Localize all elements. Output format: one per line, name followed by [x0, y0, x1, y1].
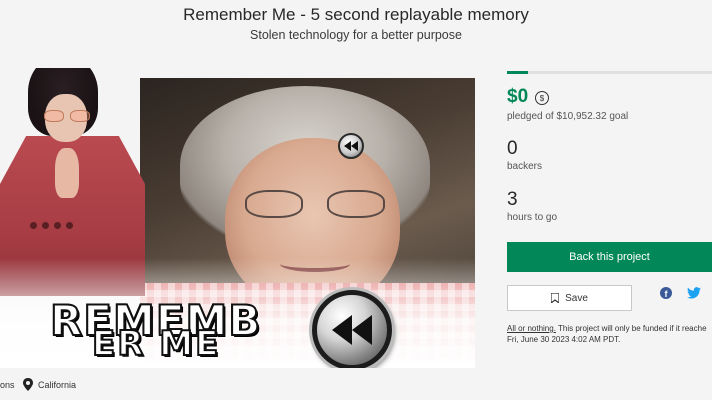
back-project-button[interactable]: Back this project	[507, 242, 712, 272]
funding-progress-fill	[507, 71, 528, 74]
hours-label: hours to go	[507, 212, 558, 223]
twitter-icon[interactable]	[687, 287, 701, 299]
pledged-amount: $0	[507, 86, 529, 107]
tinted-glasses	[44, 110, 90, 122]
funding-note: All or nothing. This project will only b…	[507, 323, 712, 345]
funding-text: This project will only be funded if it r…	[555, 324, 707, 333]
campaign-panel: $0 $ pledged of $10,952.32 goal 0 backer…	[507, 68, 712, 368]
rewind-icon	[312, 290, 392, 368]
funding-progress-bar	[507, 71, 712, 74]
project-meta: ons California	[0, 378, 475, 394]
pledged-goal: pledged of $10,952.32 goal	[507, 111, 629, 122]
location-link[interactable]: California	[38, 380, 76, 390]
project-title: Remember Me - 5 second replayable memory	[183, 5, 529, 24]
map-pin-icon	[23, 378, 33, 393]
logo-text-line2: ER ME	[91, 323, 221, 365]
glasses	[245, 190, 385, 218]
praying-hands	[55, 148, 79, 198]
backers-label: backers	[507, 161, 543, 172]
project-subtitle: Stolen technology for a better purpose	[250, 28, 462, 42]
hours-count: 3	[507, 189, 518, 210]
currency-conversion-icon[interactable]: $	[535, 91, 549, 105]
save-button[interactable]: Save	[507, 285, 632, 311]
project-video[interactable]: REMEMB ER ME	[0, 68, 475, 368]
blazer-buttons	[30, 216, 120, 229]
bookmark-icon	[551, 293, 560, 303]
save-label: Save	[565, 292, 588, 304]
category-link[interactable]: ons	[0, 380, 15, 390]
funding-deadline: Fri, June 30 2023 4:02 AM PDT.	[507, 335, 621, 344]
backers-count: 0	[507, 138, 518, 159]
rewind-icon	[338, 133, 364, 159]
facebook-icon[interactable]: f	[660, 287, 672, 299]
all-or-nothing-link[interactable]: All or nothing.	[507, 324, 556, 333]
